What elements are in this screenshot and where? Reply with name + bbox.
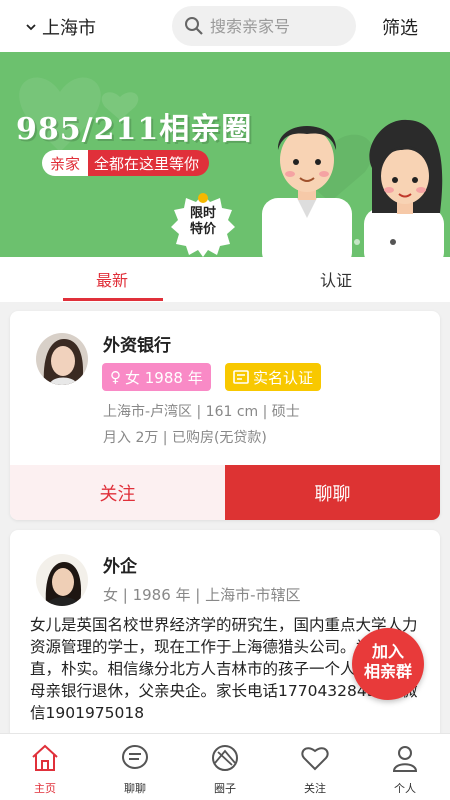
carousel-dot-active[interactable] [390,239,396,245]
profile-info-line: 月入 2万 | 已购房(无贷款) [103,430,267,446]
nav-label: 主页 [34,782,56,795]
nav-circle[interactable]: 圈子 [180,734,270,800]
feed-tabs: 最新 认证 [0,257,450,302]
chat-button[interactable]: 聊聊 [225,465,440,520]
banner-sub-a: 亲家 [42,150,89,176]
nav-profile[interactable]: 个人 [360,734,450,800]
profile-info-line: 女 | 1986 年 | 上海市-市辖区 [103,586,301,604]
city-selector[interactable]: 上海市 [26,14,96,40]
nav-label: 个人 [394,782,416,795]
couple-illustration-icon [262,119,444,257]
profile-name: 外资银行 [103,336,171,356]
carousel-dot[interactable] [354,239,360,245]
carousel-dot[interactable] [342,239,348,245]
card-actions: 关注 聊聊 [10,465,440,520]
sex-year-text: 女 1988 年 [125,368,203,387]
carousel-dot[interactable] [414,239,420,245]
tab-verified[interactable]: 认证 [320,267,352,291]
banner-subtitle: 亲家 全都在这里等你 [42,150,210,176]
join-line1: 加入 [371,642,404,661]
carousel-dot[interactable] [366,239,372,245]
nav-follow[interactable]: 关注 [270,734,360,800]
carousel-dot[interactable] [402,239,408,245]
circle-icon [212,745,238,771]
carousel-dot[interactable] [378,239,384,245]
join-group-button[interactable]: 加入 相亲群 [352,628,424,700]
bottom-nav: 主页 聊聊 圈子 关注 个人 [0,733,450,800]
profile-info-line: 上海市-卢湾区 | 161 cm | 硕士 [103,404,300,420]
female-icon: ♀ [110,368,121,386]
join-line2: 相亲群 [363,662,412,681]
nav-home[interactable]: 主页 [0,734,90,800]
search-input[interactable] [210,16,340,36]
top-bar: 上海市 筛选 [0,0,450,52]
sex-year-tag: ♀ 女 1988 年 [102,363,211,391]
promo-banner[interactable]: 985/211相亲圈 亲家 全都在这里等你 限时 特价 [0,52,450,257]
tab-latest[interactable]: 最新 [96,267,128,291]
chat-icon [122,745,148,769]
banner-title: 985/211相亲圈 [16,112,253,147]
avatar[interactable] [36,333,88,385]
person-icon [392,746,418,772]
heart-icon [301,747,329,771]
badge-text: 限时 特价 [170,206,236,238]
badge-line: 特价 [189,222,216,237]
search-box[interactable] [172,6,356,46]
follow-button[interactable]: 关注 [10,465,225,520]
profile-name: 外企 [103,557,137,577]
avatar[interactable] [36,554,88,606]
home-icon [32,744,58,771]
verified-text: 实名认证 [253,368,314,387]
verified-tag: 实名认证 [225,363,322,391]
chevron-down-icon [26,24,36,31]
nav-label: 圈子 [214,782,236,795]
id-card-icon [233,370,249,384]
limited-offer-badge: 限时 特价 [170,192,236,257]
city-label: 上海市 [42,18,96,39]
nav-label: 聊聊 [124,782,146,795]
search-icon [185,17,203,35]
profile-card[interactable]: 外资银行 ♀ 女 1988 年 实名认证 上海市-卢湾区 | 161 cm | … [10,311,440,520]
active-tab-underline [63,298,163,301]
filter-button[interactable]: 筛选 [382,14,418,40]
badge-line: 限时 [189,206,216,221]
nav-label: 关注 [304,782,326,795]
carousel-dots [330,239,420,245]
nav-chat[interactable]: 聊聊 [90,734,180,800]
banner-sub-b: 全都在这里等你 [88,150,210,176]
carousel-dot[interactable] [330,239,336,245]
